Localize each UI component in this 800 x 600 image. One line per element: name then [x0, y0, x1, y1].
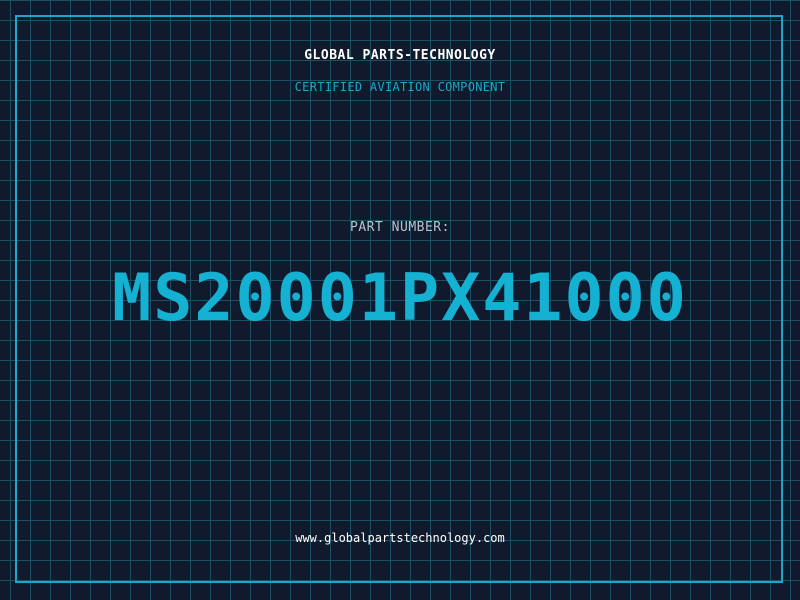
website-url: www.globalpartstechnology.com [295, 531, 505, 545]
company-name: GLOBAL PARTS-TECHNOLOGY [304, 48, 496, 63]
certification-tagline: CERTIFIED AVIATION COMPONENT [294, 80, 506, 94]
part-number-value: MS20001PX41000 [112, 261, 688, 336]
part-number-label: PART NUMBER: [350, 220, 450, 235]
